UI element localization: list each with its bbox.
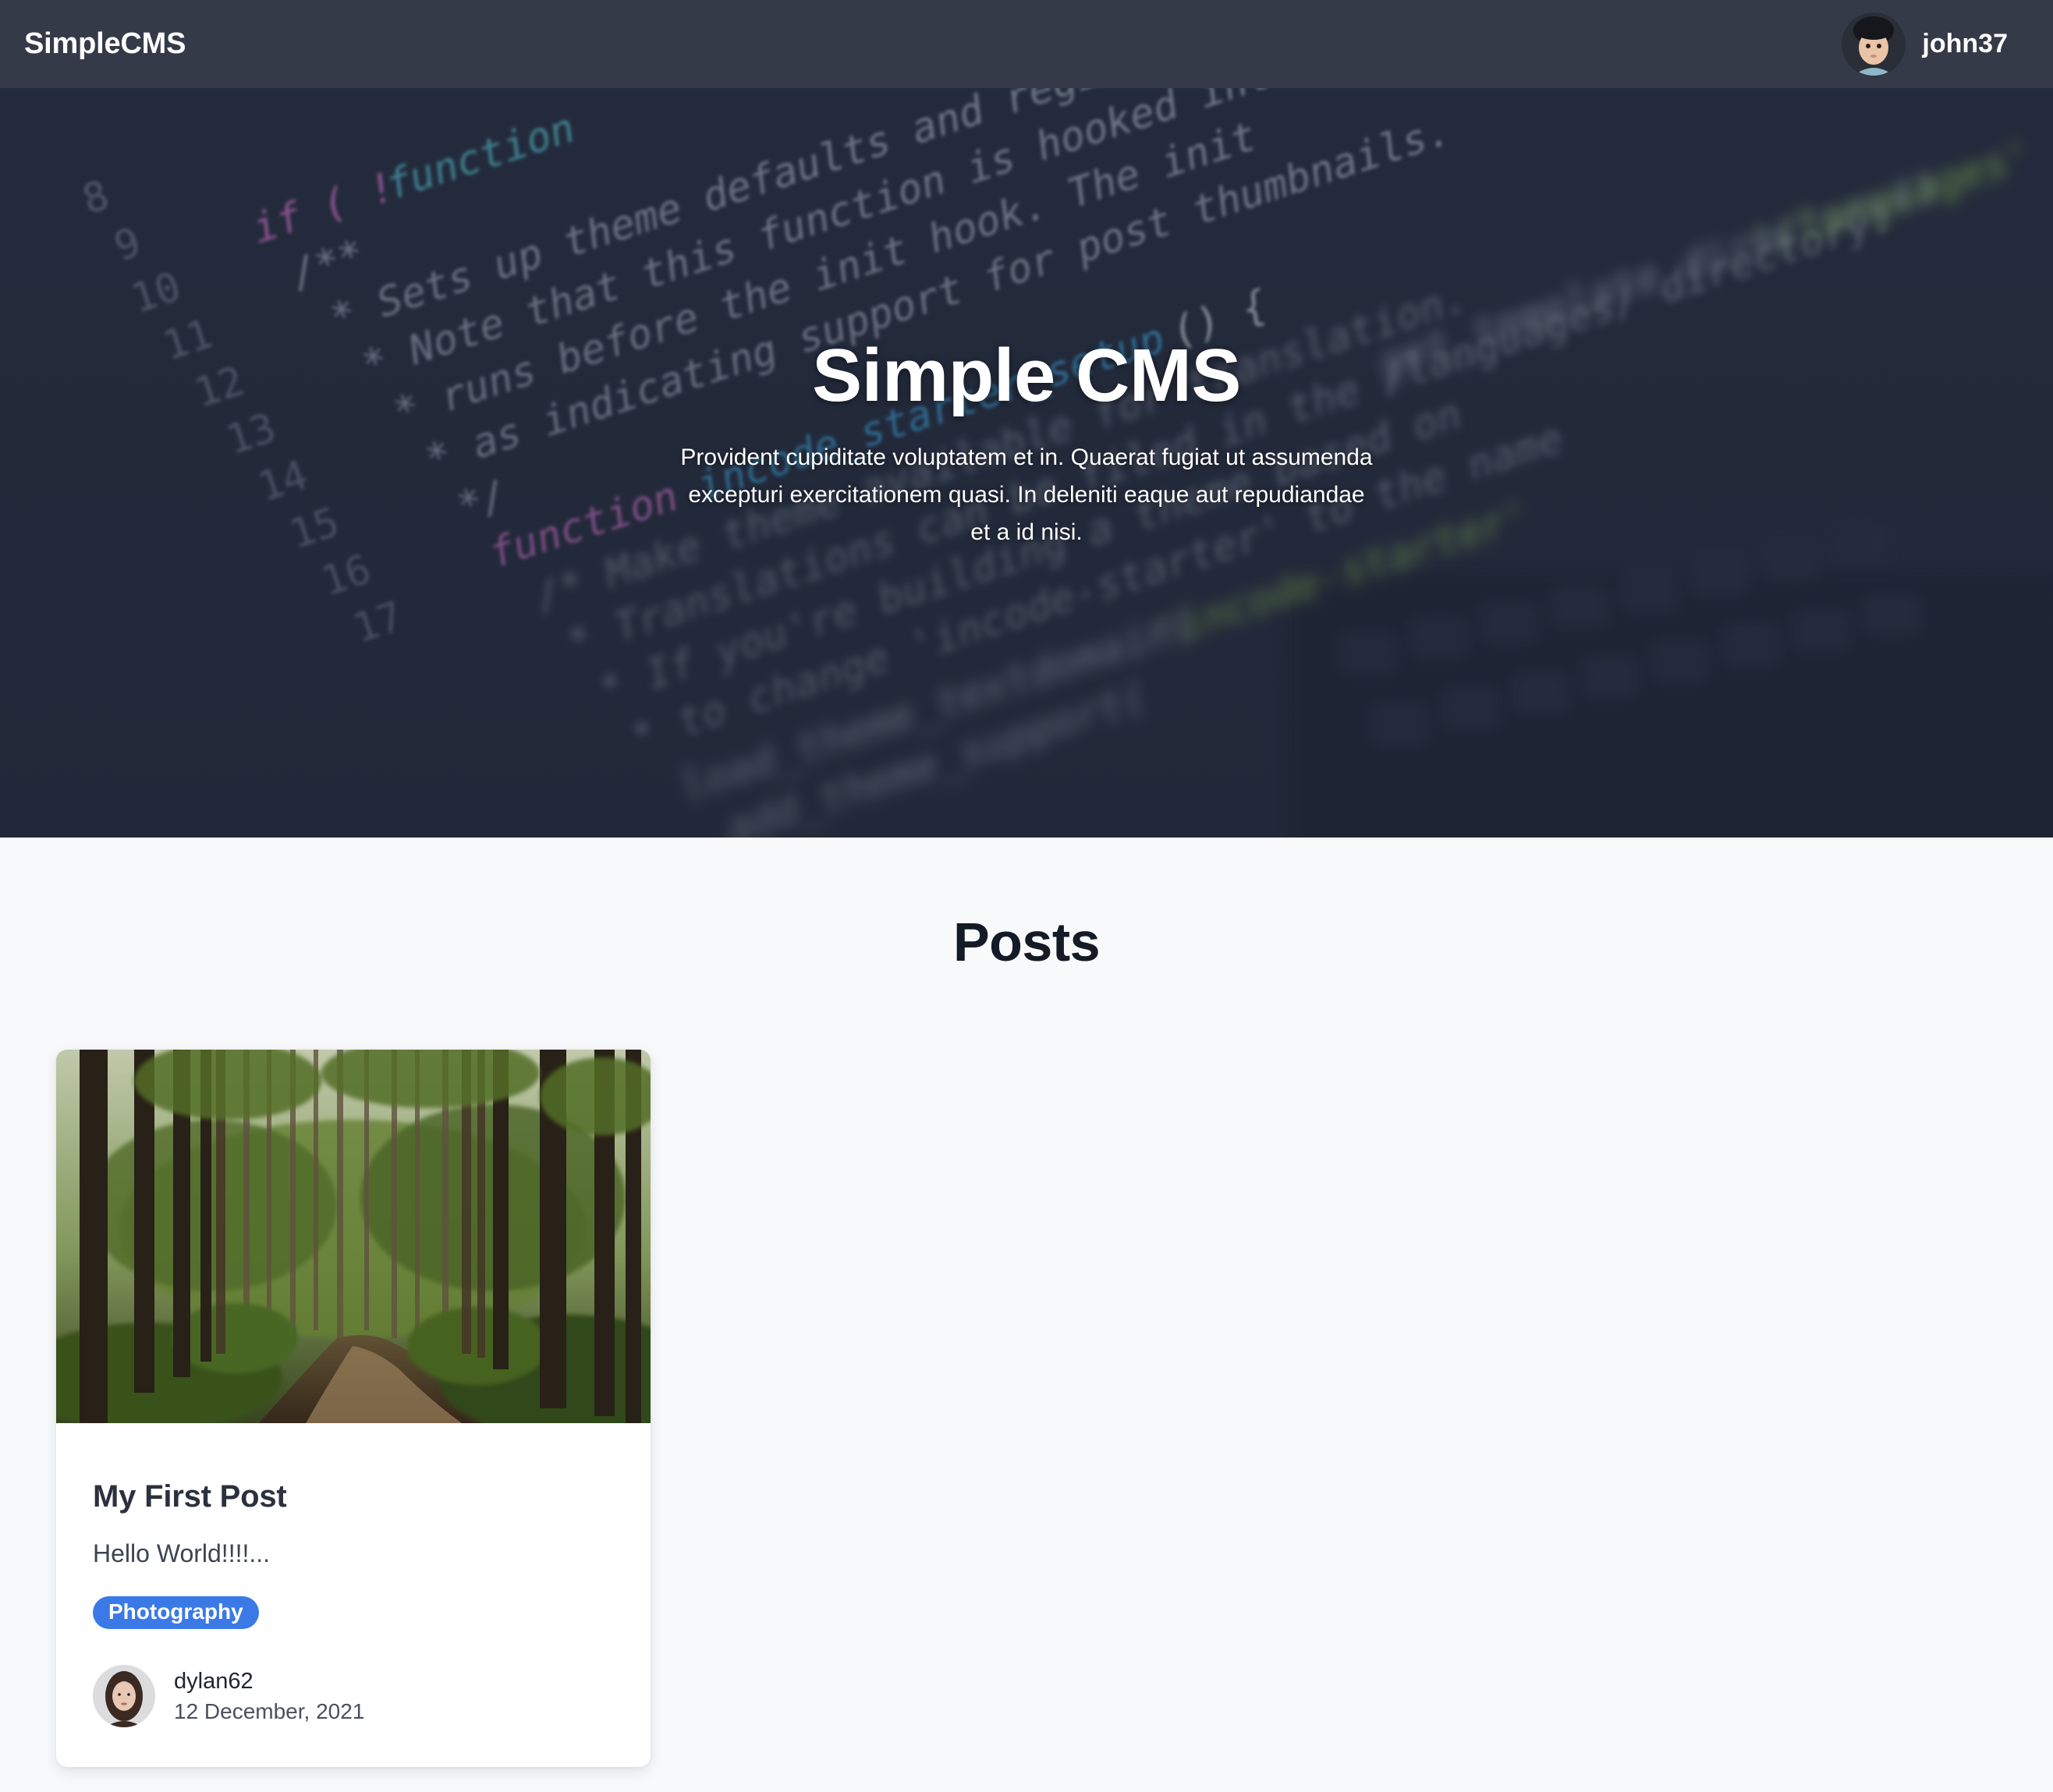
user-menu[interactable]: john37 (1842, 12, 2008, 76)
post-cover-image[interactable] (56, 1050, 651, 1423)
post-author: dylan62 12 December, 2021 (93, 1665, 614, 1727)
post-card-body: My First Post Hello World!!!!... Photogr… (56, 1479, 651, 1727)
post-title[interactable]: My First Post (93, 1479, 614, 1514)
post-card[interactable]: My First Post Hello World!!!!... Photogr… (56, 1050, 651, 1767)
forest-image (56, 1050, 651, 1423)
author-avatar-image (93, 1665, 155, 1727)
hero-subtitle: Provident cupiditate voluptatem et in. Q… (680, 444, 1373, 545)
author-meta: dylan62 12 December, 2021 (174, 1669, 364, 1724)
user-avatar-image (1842, 12, 1906, 76)
hero-content: Simple CMS Provident cupiditate voluptat… (0, 88, 2053, 838)
author-avatar[interactable] (93, 1665, 155, 1727)
category-tag[interactable]: Photography (93, 1596, 259, 1629)
hero-title: Simple CMS (812, 334, 1241, 417)
brand-logo-link[interactable]: SimpleCMS (24, 27, 186, 61)
user-avatar[interactable] (1842, 12, 1906, 76)
post-date: 12 December, 2021 (174, 1698, 365, 1723)
navbar: SimpleCMS john37 (0, 0, 2053, 88)
author-name[interactable]: dylan62 (174, 1669, 364, 1695)
username-label[interactable]: john37 (1922, 29, 2008, 59)
posts-heading: Posts (952, 912, 1101, 972)
post-excerpt: Hello World!!!!... (93, 1539, 271, 1567)
hero-banner: 8 9 10 11 12 13 14 15 16 17 if ( ! funct… (0, 88, 2053, 838)
